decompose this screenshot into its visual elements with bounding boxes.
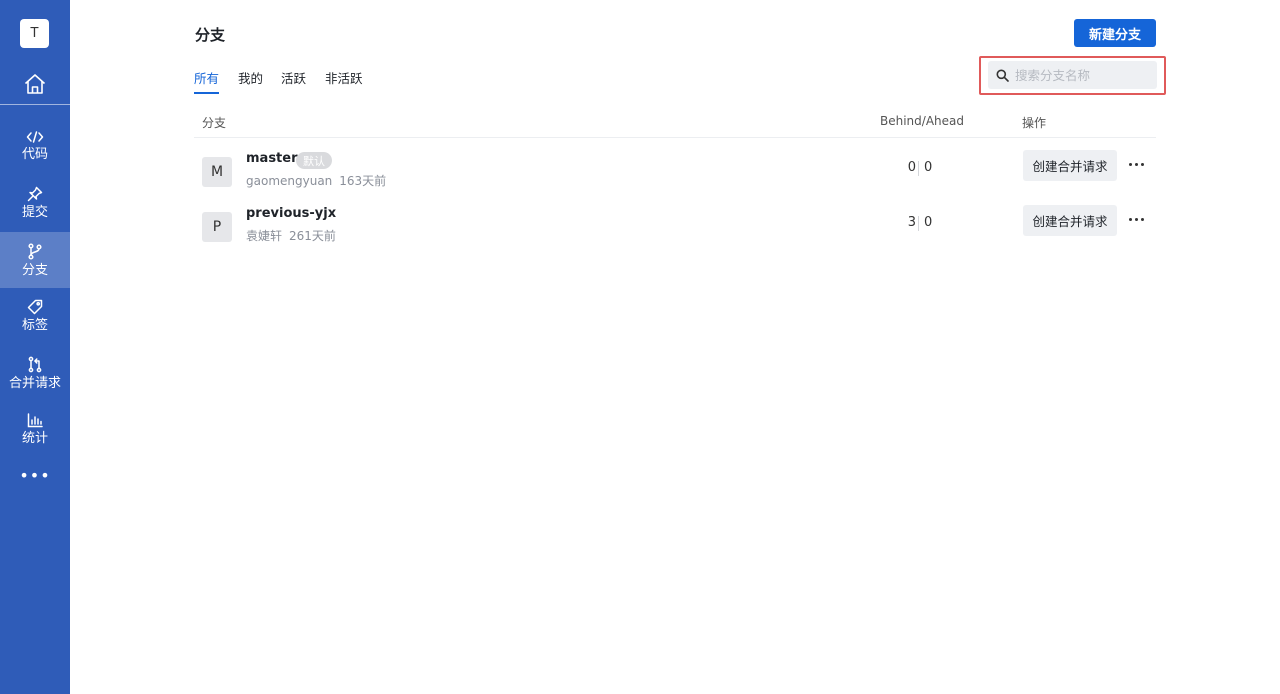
sidebar-divider bbox=[0, 104, 70, 105]
behind-count: 0 bbox=[907, 160, 916, 175]
branch-name-link[interactable]: previous-yjx bbox=[246, 206, 336, 221]
create-merge-request-button[interactable]: 创建合并请求 bbox=[1023, 150, 1117, 181]
column-header-branch: 分支 bbox=[202, 116, 227, 130]
tab-all[interactable]: 所有 bbox=[194, 68, 219, 87]
sidebar-item-tags[interactable]: 标签 bbox=[0, 288, 70, 344]
branch-meta: 袁婕轩 261天前 bbox=[246, 227, 336, 244]
sidebar: T 代码 提交 分支 标签 合并请求 统计 ••• bbox=[0, 0, 70, 694]
sidebar-item-branches[interactable]: 分支 bbox=[0, 232, 70, 288]
more-actions-icon[interactable] bbox=[1124, 154, 1148, 174]
behind-ahead-divider bbox=[918, 216, 919, 231]
branch-author: gaomengyuan bbox=[246, 174, 333, 188]
sidebar-more-icon[interactable]: ••• bbox=[0, 462, 70, 488]
tab-inactive[interactable]: 非活跃 bbox=[325, 68, 363, 87]
more-actions-icon[interactable] bbox=[1124, 209, 1148, 229]
column-header-actions: 操作 bbox=[1022, 116, 1047, 130]
merge-request-icon bbox=[28, 356, 42, 372]
behind-ahead-divider bbox=[918, 161, 919, 176]
search-icon bbox=[996, 69, 1009, 82]
sidebar-item-code[interactable]: 代码 bbox=[0, 118, 70, 174]
branch-icon bbox=[28, 242, 42, 260]
search-input[interactable] bbox=[1015, 67, 1145, 83]
tag-icon bbox=[27, 299, 43, 315]
ahead-count: 0 bbox=[924, 215, 933, 230]
search-box[interactable] bbox=[988, 61, 1157, 89]
sidebar-item-label: 提交 bbox=[21, 205, 48, 220]
table-row: M master 默认 gaomengyuan 163天前 0 0 创建合并请求 bbox=[194, 147, 1156, 197]
sidebar-item-merge-requests[interactable]: 合并请求 bbox=[0, 345, 70, 401]
sidebar-item-label: 分支 bbox=[21, 262, 48, 278]
home-icon bbox=[24, 74, 46, 94]
app-root: T 代码 提交 分支 标签 合并请求 统计 ••• 分支 新建分支 所有 我的 … bbox=[0, 0, 1280, 694]
branch-avatar: M bbox=[202, 157, 232, 187]
branch-avatar: P bbox=[202, 212, 232, 242]
tab-active[interactable]: 活跃 bbox=[281, 68, 306, 87]
behind-count: 3 bbox=[907, 215, 916, 230]
home-button[interactable] bbox=[0, 64, 70, 104]
branch-meta: gaomengyuan 163天前 bbox=[246, 172, 386, 189]
ahead-count: 0 bbox=[924, 160, 933, 175]
page-title: 分支 bbox=[195, 26, 226, 44]
tab-mine[interactable]: 我的 bbox=[238, 68, 263, 87]
sidebar-item-commits[interactable]: 提交 bbox=[0, 175, 70, 231]
bar-chart-icon bbox=[27, 412, 43, 427]
create-merge-request-button[interactable]: 创建合并请求 bbox=[1023, 205, 1117, 236]
sidebar-item-label: 合并请求 bbox=[8, 375, 61, 391]
active-tab-indicator bbox=[194, 92, 219, 94]
table-row: P previous-yjx 袁婕轩 261天前 3 0 创建合并请求 bbox=[194, 202, 1156, 252]
branch-time: 261天前 bbox=[289, 229, 336, 243]
table-header-divider bbox=[194, 137, 1156, 138]
sidebar-item-label: 统计 bbox=[21, 430, 48, 446]
code-icon bbox=[26, 131, 44, 143]
column-header-behind-ahead: Behind/Ahead bbox=[880, 114, 964, 128]
branch-author: 袁婕轩 bbox=[246, 229, 283, 243]
pin-icon bbox=[27, 186, 43, 202]
default-badge: 默认 bbox=[296, 152, 332, 169]
new-branch-button[interactable]: 新建分支 bbox=[1074, 19, 1156, 47]
sidebar-item-label: 标签 bbox=[21, 318, 48, 333]
branch-time: 163天前 bbox=[339, 174, 387, 188]
sidebar-item-label: 代码 bbox=[21, 147, 48, 162]
branch-name-link[interactable]: master bbox=[246, 151, 298, 166]
project-avatar[interactable]: T bbox=[20, 19, 49, 48]
sidebar-item-statistics[interactable]: 统计 bbox=[0, 401, 70, 457]
